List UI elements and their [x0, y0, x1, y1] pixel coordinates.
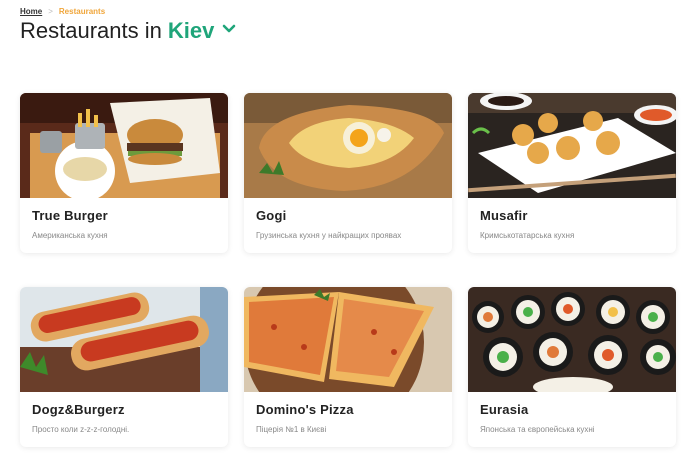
restaurant-card-true-burger[interactable]: True Burger Американська кухня	[20, 93, 228, 253]
restaurant-name: Musafir	[480, 208, 528, 223]
restaurant-image-dogz-burgerz	[20, 287, 228, 392]
restaurant-card-eurasia[interactable]: Eurasia Японська та європейська кухні	[468, 287, 676, 447]
restaurant-description: Просто коли z-z-z-голодні.	[32, 425, 130, 434]
restaurant-description: Кримськотатарська кухня	[480, 231, 575, 240]
page-title: Restaurants in Kiev	[20, 18, 236, 44]
restaurant-name: Domino's Pizza	[256, 402, 354, 417]
restaurant-description: Японська та європейська кухні	[480, 425, 595, 434]
chevron-down-icon[interactable]	[222, 22, 236, 36]
restaurant-image-dominos-pizza	[244, 287, 452, 432]
restaurant-image-eurasia	[468, 287, 676, 397]
restaurant-image-true-burger	[20, 93, 228, 203]
restaurant-card-dominos-pizza[interactable]: Domino's Pizza Піцерія №1 в Києві	[244, 287, 452, 447]
restaurant-description: Піцерія №1 в Києві	[256, 425, 327, 434]
restaurant-name: Gogi	[256, 208, 287, 223]
restaurant-description: Грузинська кухня у найкращих проявах	[256, 231, 402, 240]
restaurant-name: True Burger	[32, 208, 108, 223]
breadcrumb: Home > Restaurants	[20, 7, 105, 16]
restaurant-description: Американська кухня	[32, 231, 108, 240]
restaurant-name: Dogz&Burgerz	[32, 402, 125, 417]
restaurant-name: Eurasia	[480, 402, 529, 417]
restaurant-card-gogi[interactable]: Gogi Грузинська кухня у найкращих проява…	[244, 93, 452, 253]
restaurant-image-gogi	[244, 93, 452, 198]
city-selector[interactable]: Kiev	[168, 18, 214, 44]
breadcrumb-separator-icon: >	[48, 7, 53, 16]
breadcrumb-current: Restaurants	[58, 7, 106, 16]
breadcrumb-home-link[interactable]: Home	[20, 7, 42, 16]
restaurant-card-dogz-burgerz[interactable]: Dogz&Burgerz Просто коли z-z-z-голодні.	[20, 287, 228, 447]
restaurant-image-musafir	[468, 93, 676, 198]
page-title-prefix: Restaurants in	[20, 18, 162, 43]
restaurant-card-musafir[interactable]: Musafir Кримськотатарська кухня	[468, 93, 676, 253]
